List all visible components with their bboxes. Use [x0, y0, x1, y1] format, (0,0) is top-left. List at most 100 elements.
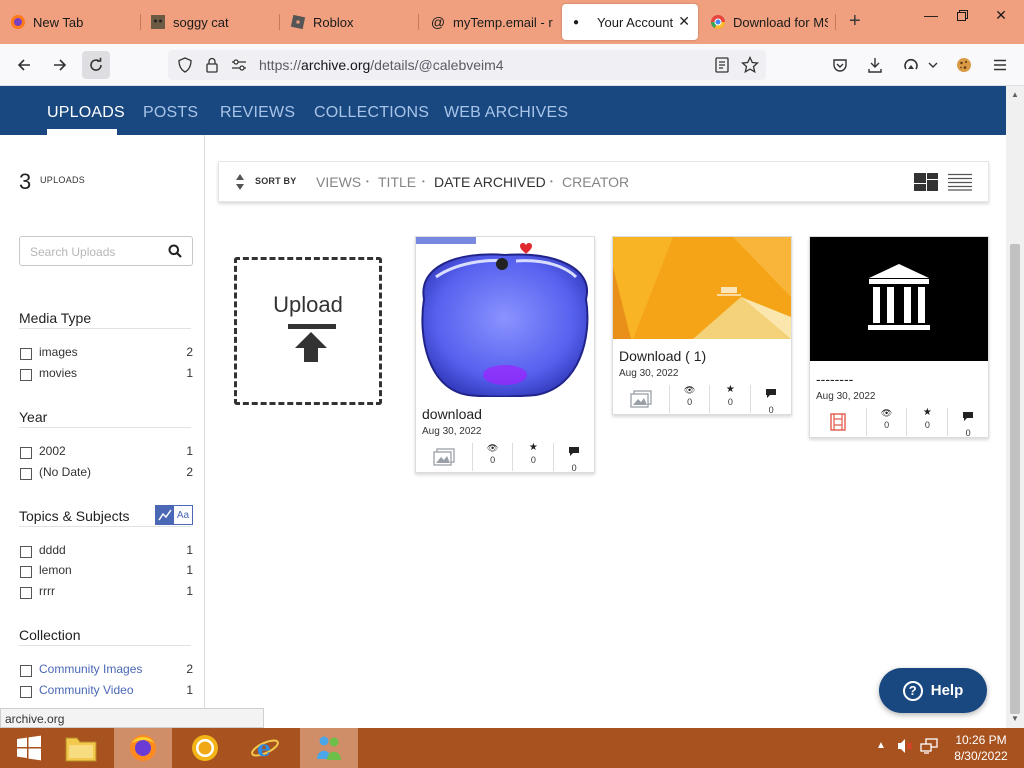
tab-soggy-cat[interactable]: soggy cat [150, 4, 275, 40]
tab-roblox[interactable]: Roblox [290, 4, 415, 40]
tab-uploads[interactable]: UPLOADS [47, 104, 125, 122]
sort-option-date-archived[interactable]: DATE ARCHIVED [434, 174, 546, 190]
network-icon[interactable] [920, 738, 938, 757]
file-explorer-button[interactable] [52, 728, 110, 768]
checkbox[interactable] [20, 686, 32, 698]
item-title[interactable]: download [422, 406, 482, 422]
bookmark-star-icon[interactable] [741, 56, 759, 74]
search-icon[interactable] [168, 244, 182, 263]
facet-option-lemon[interactable]: lemon 1 [19, 563, 193, 579]
pocket-icon[interactable] [826, 51, 854, 79]
system-clock[interactable]: 10:26 PM 8/30/2022 [940, 732, 1022, 764]
sync-account-icon[interactable] [897, 51, 925, 79]
item-thumbnail[interactable] [416, 237, 594, 397]
tab-download-for-msi[interactable]: Download for MSI [710, 4, 828, 40]
tab-your-account[interactable]: ● Your Account ✕ [562, 4, 698, 40]
browser-tab-strip: New Tab soggy cat Roblox @ myTemp.email … [0, 0, 1024, 44]
new-tab-button[interactable]: + [849, 10, 861, 33]
menu-icon[interactable] [986, 51, 1014, 79]
tab-mytemp-email[interactable]: @ myTemp.email - r [430, 4, 555, 40]
back-button[interactable] [10, 51, 38, 79]
help-button[interactable]: ? Help [879, 668, 987, 713]
facet-option-link[interactable]: Community Images [39, 662, 142, 676]
tab-reviews[interactable]: REVIEWS [220, 104, 295, 122]
item-card[interactable]: download Aug 30, 2022 👁 0 ★ 0 0 [415, 236, 595, 473]
checkbox[interactable] [20, 369, 32, 381]
facet-option-images[interactable]: images 2 [19, 345, 193, 361]
restore-button[interactable] [947, 4, 977, 26]
item-title[interactable]: Download ( 1) [619, 348, 706, 364]
tab-web-archives[interactable]: WEB ARCHIVES [444, 104, 568, 122]
reader-view-icon[interactable] [713, 56, 731, 74]
close-window-button[interactable]: ✕ [986, 4, 1016, 26]
text-view-toggle[interactable]: Aa [174, 506, 192, 524]
search-uploads-field[interactable]: Search Uploads [19, 236, 193, 266]
facet-option-dddd[interactable]: dddd 1 [19, 543, 193, 559]
views-eye-icon: 👁 [880, 408, 893, 418]
checkbox[interactable] [20, 447, 32, 459]
tile-view-icon[interactable] [914, 173, 938, 196]
chrome-taskbar-button[interactable] [176, 728, 234, 768]
tab-collections[interactable]: COLLECTIONS [314, 104, 429, 122]
tab-divider [418, 14, 419, 30]
item-thumbnail[interactable] [613, 237, 791, 339]
address-bar[interactable]: https://archive.org/details/@calebveim4 [168, 50, 766, 80]
facet-option-no-date[interactable]: (No Date) 2 [19, 465, 193, 481]
facet-option-link[interactable]: Community Video [39, 683, 134, 697]
list-view-icon[interactable] [948, 173, 972, 196]
show-hidden-icons-icon[interactable]: ▲ [876, 740, 886, 751]
scrollbar-thumb[interactable] [1010, 244, 1020, 714]
page-scrollbar[interactable]: ▲ ▼ [1006, 86, 1024, 728]
sort-direction-icon[interactable] [235, 173, 245, 196]
forward-button[interactable] [46, 51, 74, 79]
tab-label: soggy cat [173, 14, 229, 30]
upload-arrow-icon [295, 332, 327, 367]
account-tab-bar: UPLOADS POSTS REVIEWS COLLECTIONS WEB AR… [0, 86, 1006, 135]
internet-explorer-button[interactable]: e [236, 728, 294, 768]
upload-tile[interactable]: Upload [234, 257, 382, 405]
start-button[interactable] [0, 728, 58, 768]
item-title[interactable]: -------- [816, 371, 853, 387]
sort-by-label: SORT BY [255, 176, 297, 186]
downloads-icon[interactable] [861, 51, 889, 79]
url-text[interactable]: https://archive.org/details/@calebveim4 [259, 57, 504, 73]
tab-new-tab[interactable]: New Tab [10, 4, 135, 40]
checkbox[interactable] [20, 587, 32, 599]
sort-option-views[interactable]: VIEWS [316, 174, 361, 190]
minimize-button[interactable]: — [916, 4, 946, 26]
facet-option-movies[interactable]: movies 1 [19, 366, 193, 382]
facet-option-count: 1 [186, 366, 193, 380]
checkbox[interactable] [20, 665, 32, 677]
topics-view-toggle[interactable]: Aa [155, 505, 193, 525]
sort-option-creator[interactable]: CREATOR [562, 174, 629, 190]
facet-option-rrrr[interactable]: rrrr 1 [19, 584, 193, 600]
scroll-up-icon[interactable]: ▲ [1011, 90, 1019, 99]
facet-option-2002[interactable]: 2002 1 [19, 444, 193, 460]
lock-icon[interactable] [203, 56, 221, 74]
tab-posts[interactable]: POSTS [143, 104, 198, 122]
facet-option-label: rrrr [39, 584, 55, 598]
item-card[interactable]: Download ( 1) Aug 30, 2022 👁 0 ★ 0 0 [612, 236, 792, 415]
checkbox[interactable] [20, 546, 32, 558]
cookie-extension-icon[interactable] [950, 51, 978, 79]
facet-option-community-images[interactable]: Community Images 2 [19, 662, 193, 678]
shield-icon[interactable] [176, 56, 194, 74]
facet-option-community-video[interactable]: Community Video 1 [19, 683, 193, 699]
help-label: Help [930, 682, 964, 699]
checkbox[interactable] [20, 566, 32, 578]
volume-muted-icon[interactable] [897, 738, 913, 757]
messenger-taskbar-button[interactable] [300, 728, 358, 768]
close-tab-icon[interactable]: ✕ [678, 13, 690, 30]
firefox-taskbar-button[interactable] [114, 728, 172, 768]
chart-view-icon[interactable] [156, 506, 174, 524]
chevron-down-icon[interactable] [924, 51, 942, 79]
reload-button[interactable] [82, 51, 110, 79]
permissions-icon[interactable] [230, 56, 248, 74]
item-thumbnail[interactable] [810, 237, 988, 361]
upload-count-label: UPLOADS [40, 175, 86, 185]
checkbox[interactable] [20, 468, 32, 480]
scroll-down-icon[interactable]: ▼ [1011, 714, 1019, 723]
item-card[interactable]: -------- Aug 30, 2022 👁 0 ★ 0 0 [809, 236, 989, 438]
checkbox[interactable] [20, 348, 32, 360]
sort-option-title[interactable]: TITLE [378, 174, 416, 190]
